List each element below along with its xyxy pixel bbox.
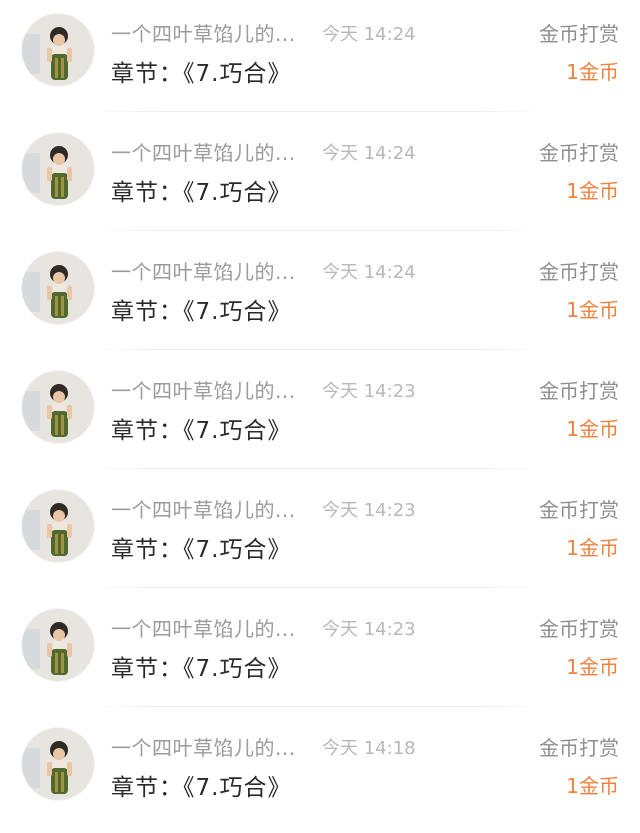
reward-type-label: 金币打赏 [539,498,619,522]
user-avatar[interactable] [22,14,94,86]
row-divider [90,349,545,350]
chapter-title: 章节：《7.巧合》 [111,537,292,563]
row-divider [90,111,545,112]
reward-type-label: 金币打赏 [539,260,619,284]
row-divider [90,706,545,707]
reward-amount: 1金币 [566,655,619,679]
user-avatar[interactable] [22,490,94,562]
user-avatar[interactable] [22,609,94,681]
row-divider [90,468,545,469]
reward-amount: 1金币 [566,60,619,84]
reward-amount: 1金币 [566,774,619,798]
reward-record-row[interactable]: 一个四叶草馅儿的... 今天 14:24 金币打赏 章节：《7.巧合》 1金币 [0,0,640,119]
child-photo-icon [22,371,94,443]
reward-type-label: 金币打赏 [539,617,619,641]
reward-amount: 1金币 [566,536,619,560]
username: 一个四叶草馅儿的... [111,379,296,403]
reward-type-label: 金币打赏 [539,736,619,760]
child-photo-icon [22,14,94,86]
reward-amount: 1金币 [566,298,619,322]
user-avatar[interactable] [22,371,94,443]
child-photo-icon [22,133,94,205]
row-divider [90,230,545,231]
reward-amount: 1金币 [566,179,619,203]
reward-record-list: 一个四叶草馅儿的... 今天 14:24 金币打赏 章节：《7.巧合》 1金币 … [0,0,640,823]
timestamp: 今天 14:23 [322,619,416,640]
timestamp: 今天 14:24 [322,143,416,164]
chapter-title: 章节：《7.巧合》 [111,418,292,444]
user-avatar[interactable] [22,252,94,324]
child-photo-icon [22,728,94,800]
reward-record-row[interactable]: 一个四叶草馅儿的... 今天 14:23 金币打赏 章节：《7.巧合》 1金币 [0,476,640,595]
username: 一个四叶草馅儿的... [111,617,296,641]
reward-type-label: 金币打赏 [539,379,619,403]
reward-amount: 1金币 [566,417,619,441]
reward-record-row[interactable]: 一个四叶草馅儿的... 今天 14:18 金币打赏 章节：《7.巧合》 1金币 [0,714,640,833]
child-photo-icon [22,490,94,562]
row-divider [90,587,545,588]
chapter-title: 章节：《7.巧合》 [111,299,292,325]
reward-record-row[interactable]: 一个四叶草馅儿的... 今天 14:23 金币打赏 章节：《7.巧合》 1金币 [0,595,640,714]
timestamp: 今天 14:23 [322,500,416,521]
timestamp: 今天 14:24 [322,24,416,45]
chapter-title: 章节：《7.巧合》 [111,61,292,87]
child-photo-icon [22,252,94,324]
chapter-title: 章节：《7.巧合》 [111,180,292,206]
chapter-title: 章节：《7.巧合》 [111,656,292,682]
timestamp: 今天 14:23 [322,381,416,402]
child-photo-icon [22,609,94,681]
reward-record-row[interactable]: 一个四叶草馅儿的... 今天 14:24 金币打赏 章节：《7.巧合》 1金币 [0,238,640,357]
user-avatar[interactable] [22,728,94,800]
reward-type-label: 金币打赏 [539,22,619,46]
username: 一个四叶草馅儿的... [111,260,296,284]
username: 一个四叶草馅儿的... [111,736,296,760]
reward-record-row[interactable]: 一个四叶草馅儿的... 今天 14:24 金币打赏 章节：《7.巧合》 1金币 [0,119,640,238]
user-avatar[interactable] [22,133,94,205]
username: 一个四叶草馅儿的... [111,141,296,165]
timestamp: 今天 14:24 [322,262,416,283]
reward-type-label: 金币打赏 [539,141,619,165]
chapter-title: 章节：《7.巧合》 [111,775,292,801]
timestamp: 今天 14:18 [322,738,416,759]
reward-record-row[interactable]: 一个四叶草馅儿的... 今天 14:23 金币打赏 章节：《7.巧合》 1金币 [0,357,640,476]
username: 一个四叶草馅儿的... [111,22,296,46]
username: 一个四叶草馅儿的... [111,498,296,522]
